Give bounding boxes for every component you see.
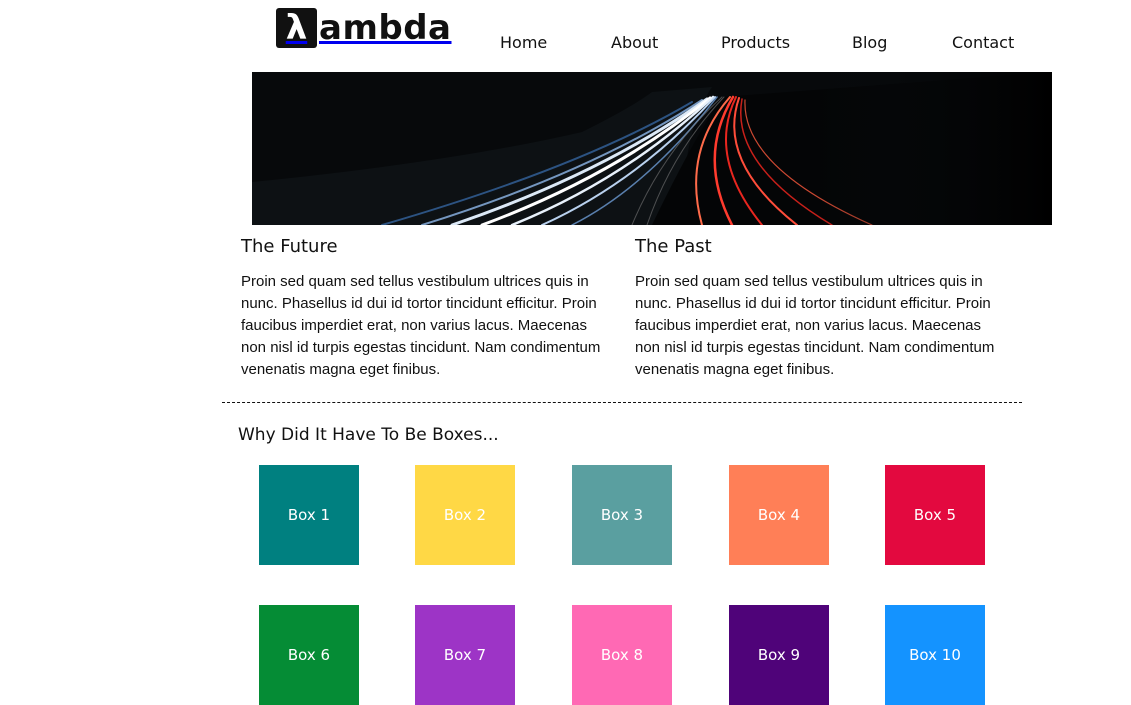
past-text: Proin sed quam sed tellus vestibulum ult… [635, 273, 995, 378]
nav-contact[interactable]: Contact [952, 33, 1014, 53]
lambda-logo-icon: λ [276, 8, 317, 48]
box-5: Box 5 [885, 465, 985, 565]
box-4: Box 4 [729, 465, 829, 565]
box-10: Box 10 [885, 605, 985, 705]
past-title: The Past [635, 236, 712, 257]
nav-blog[interactable]: Blog [852, 33, 887, 53]
box-9: Box 9 [729, 605, 829, 705]
logo-link[interactable]: λ ambda [276, 8, 452, 48]
box-2: Box 2 [415, 465, 515, 565]
nav-products[interactable]: Products [721, 33, 790, 53]
box-7: Box 7 [415, 605, 515, 705]
light-trails-image [252, 72, 1052, 225]
box-6: Box 6 [259, 605, 359, 705]
box-8: Box 8 [572, 605, 672, 705]
section-divider [222, 402, 1022, 403]
box-1: Box 1 [259, 465, 359, 565]
boxes-title: Why Did It Have To Be Boxes... [238, 425, 499, 445]
logo-text: ambda [319, 8, 452, 48]
nav-home[interactable]: Home [500, 33, 547, 53]
hero-image [252, 72, 1052, 225]
nav-about[interactable]: About [611, 33, 658, 53]
box-3: Box 3 [572, 465, 672, 565]
future-text: Proin sed quam sed tellus vestibulum ult… [241, 273, 601, 378]
future-title: The Future [241, 236, 338, 257]
